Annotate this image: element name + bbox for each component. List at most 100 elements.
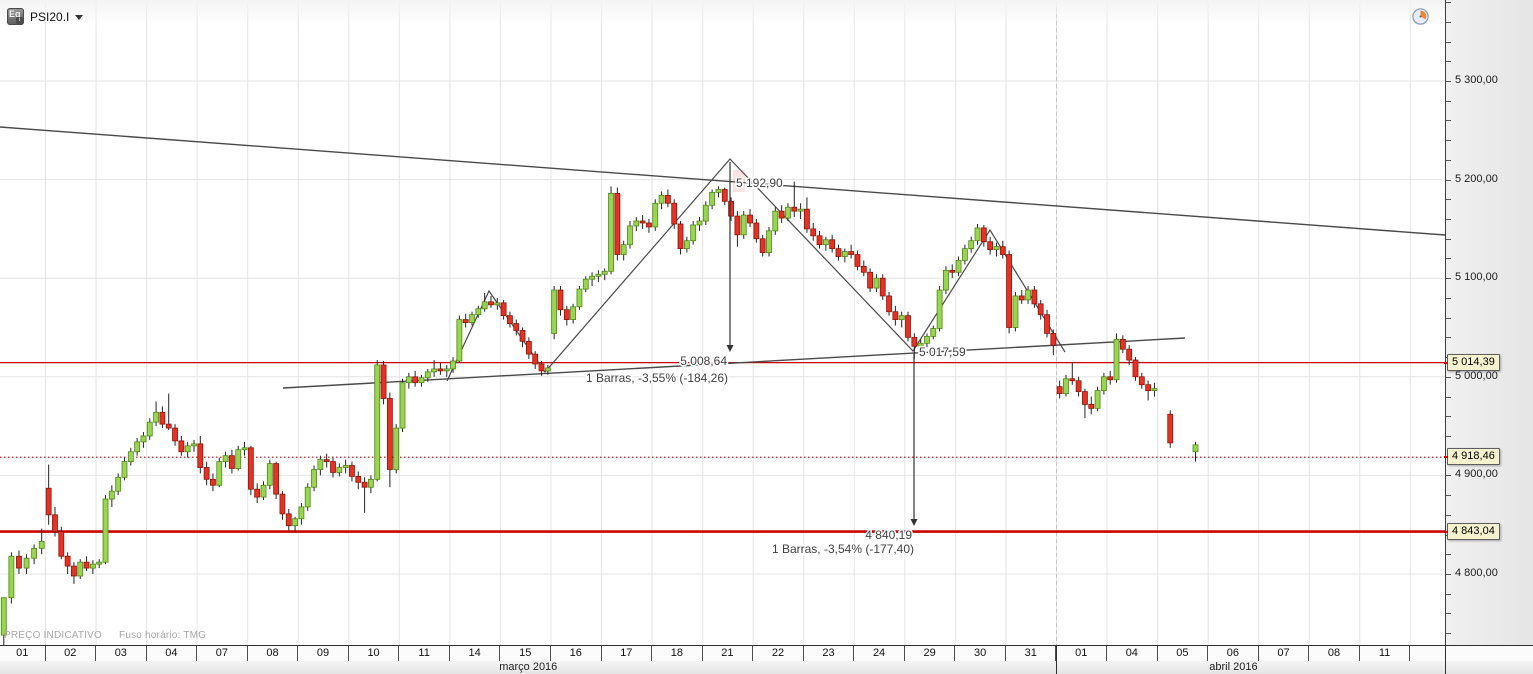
candle-down[interactable] [791,206,798,212]
candle-down[interactable] [64,555,71,567]
candle-up[interactable] [576,288,583,308]
candle-down[interactable] [355,475,362,483]
candle-down[interactable] [816,235,823,246]
candle-up[interactable] [304,486,311,508]
candle-down[interactable] [664,194,671,204]
candle-down[interactable] [519,330,526,342]
candle-down[interactable] [45,487,52,516]
trendline-descending-resistance[interactable] [0,126,1445,236]
candle-down[interactable] [1050,333,1057,346]
candle-up[interactable] [943,269,949,291]
candle-up[interactable] [469,314,475,323]
candle-up[interactable] [298,506,305,520]
candle-up[interactable] [658,194,665,204]
candle-up[interactable] [696,220,703,226]
candle-down[interactable] [949,269,956,273]
candle-down[interactable] [848,251,855,255]
candle-down[interactable] [557,289,564,311]
instrument-selector[interactable]: Eq i PSI20.I [7,8,84,25]
candle-up[interactable] [873,277,880,289]
candle-up[interactable] [1192,444,1199,453]
candle-up[interactable] [595,273,602,277]
candle-up[interactable] [797,208,804,212]
candle-up[interactable] [841,251,848,257]
candle-up[interactable] [405,376,412,384]
candle-down[interactable] [380,364,387,399]
candle-down[interactable] [804,208,810,230]
candle-down[interactable] [563,309,570,321]
candle-down[interactable] [892,311,899,321]
candle-down[interactable] [980,227,987,243]
candle-down[interactable] [16,555,22,569]
candle-up[interactable] [191,443,197,447]
candle-down[interactable] [829,239,836,250]
candle-up[interactable] [551,289,558,334]
candle-up[interactable] [1100,376,1107,392]
candle-up[interactable] [601,270,608,275]
candle-up[interactable] [968,240,975,250]
candle-up[interactable] [1113,338,1120,381]
price-axis[interactable]: 5 300,00 5 200,00 5 100,00 5 000,00 4 900,00… [1444,0,1533,645]
candle-up[interactable] [924,335,930,344]
candle-up[interactable] [740,214,747,236]
candle-down[interactable] [671,202,678,225]
candle-down[interactable] [1107,376,1114,381]
candle-up[interactable] [582,278,589,290]
candle-up[interactable] [108,490,115,500]
candle-up[interactable] [266,463,273,486]
candle-up[interactable] [936,289,943,329]
candle-up[interactable] [241,447,248,451]
candle-down[interactable] [911,336,918,347]
candle-down[interactable] [1126,348,1133,361]
candle-down[interactable] [1119,338,1126,350]
candle-down[interactable] [1031,289,1038,305]
candle-up[interactable] [715,189,722,193]
candle-down[interactable] [1167,413,1174,444]
candle-up[interactable] [898,315,905,321]
candle-up[interactable] [77,561,84,577]
chart-canvas[interactable]: 5 192,90 5 008,64 1 Barras, -3,55% (-184,2… [0,0,1445,645]
candle-down[interactable] [860,265,867,273]
candle-down[interactable] [835,248,842,257]
candle-up[interactable] [993,246,1000,251]
candle-down[interactable] [178,440,185,453]
candle-up[interactable] [1063,378,1069,394]
candle-down[interactable] [71,565,77,577]
candle-down[interactable] [330,461,336,473]
candle-down[interactable] [285,513,292,527]
candle-down[interactable] [1088,404,1095,409]
candle-down[interactable] [879,277,886,297]
candle-down[interactable] [1056,386,1063,394]
candle-up[interactable] [974,227,981,242]
candle-up[interactable] [222,455,229,462]
candle-up[interactable] [652,202,659,228]
candle-down[interactable] [172,427,178,442]
candle-up[interactable] [785,206,791,219]
candle-down[interactable] [1044,314,1050,334]
candle-down[interactable] [854,254,861,267]
candle-up[interactable] [431,368,438,373]
candle-up[interactable] [31,547,38,559]
candle-up[interactable] [772,210,779,232]
candle-down[interactable] [538,363,545,372]
candle-up[interactable] [23,557,30,569]
candle-up[interactable] [8,555,15,599]
candle-down[interactable] [279,493,286,515]
candle-down[interactable] [273,463,280,495]
candle-up[interactable] [1025,289,1031,301]
candle-up[interactable] [311,469,317,488]
candle-down[interactable] [159,411,166,425]
candle-down[interactable] [734,215,741,236]
candle-down[interactable] [500,302,507,317]
candle-up[interactable] [260,484,267,498]
candle-up[interactable] [620,244,627,255]
candle-down[interactable] [532,353,539,365]
candle-down[interactable] [210,478,216,486]
candle-up[interactable] [235,449,242,469]
candle-down[interactable] [58,531,65,557]
candle-down[interactable] [1037,303,1044,316]
candle-up[interactable] [127,451,134,462]
candle-up[interactable] [683,240,690,250]
candlestick-chart[interactable]: 5 192,90 5 008,64 1 Barras, -3,55% (-184,2… [0,0,1445,645]
candle-down[interactable] [1018,295,1025,301]
